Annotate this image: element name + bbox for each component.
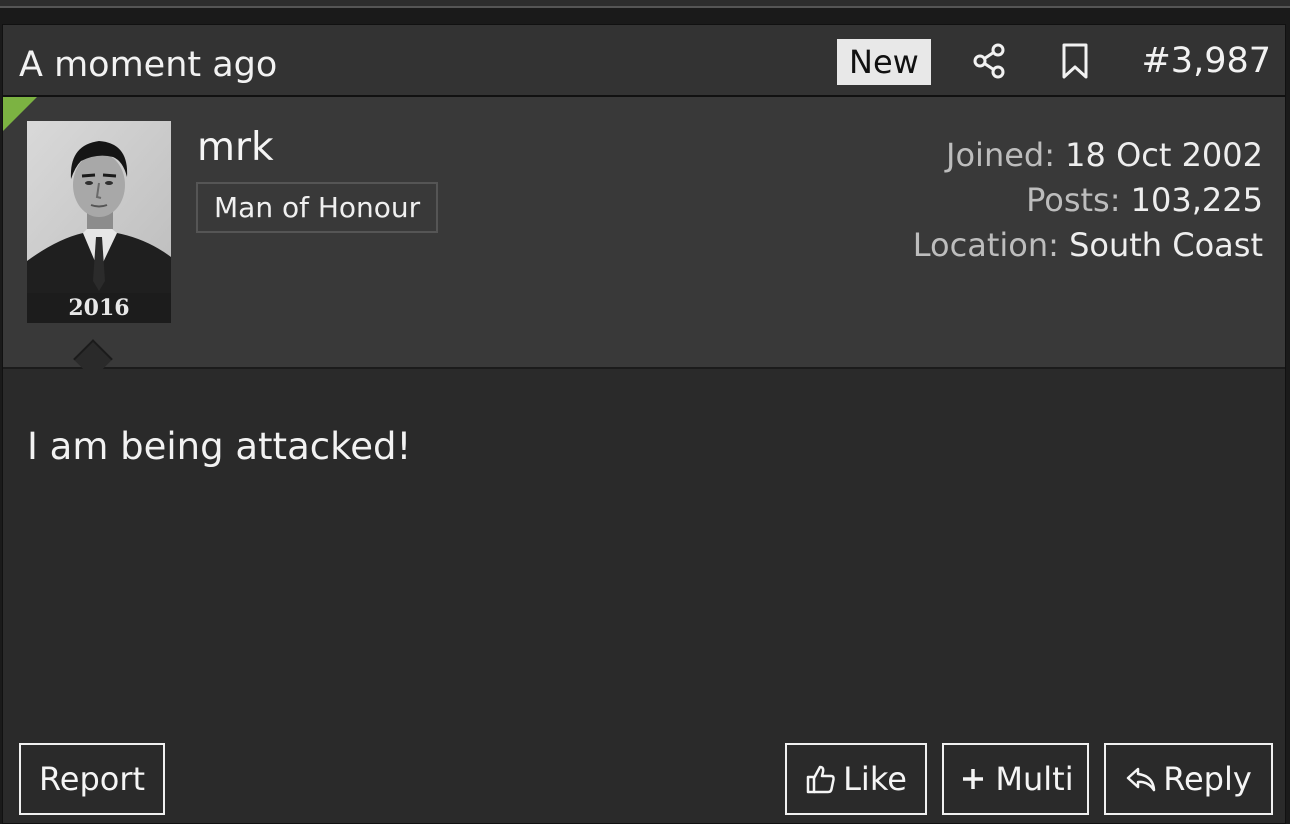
forum-post: A moment ago New #3,987 2016 mrk Man of … bbox=[2, 24, 1286, 824]
message-pointer-arrow bbox=[73, 339, 113, 379]
like-button[interactable]: Like bbox=[785, 743, 927, 815]
reply-button-label: Reply bbox=[1163, 760, 1252, 798]
stat-posts-label: Posts: bbox=[1026, 181, 1121, 219]
stat-location-value: South Coast bbox=[1069, 226, 1263, 264]
reply-button[interactable]: Reply bbox=[1104, 743, 1273, 815]
stat-posts: Posts: 103,225 bbox=[913, 178, 1263, 223]
stat-joined-value: 18 Oct 2002 bbox=[1065, 136, 1263, 174]
username-link[interactable]: mrk bbox=[197, 125, 274, 171]
stat-joined: Joined: 18 Oct 2002 bbox=[913, 133, 1263, 178]
stat-location: Location: South Coast bbox=[913, 223, 1263, 268]
like-button-label: Like bbox=[843, 760, 907, 798]
user-stats: Joined: 18 Oct 2002 Posts: 103,225 Locat… bbox=[913, 133, 1263, 268]
bookmark-icon[interactable] bbox=[1055, 41, 1095, 81]
plus-icon bbox=[957, 763, 989, 795]
share-icon[interactable] bbox=[969, 41, 1009, 81]
multi-button-label: Multi bbox=[995, 760, 1074, 798]
thumbs-up-icon bbox=[805, 763, 837, 795]
report-button-label: Report bbox=[38, 760, 146, 798]
post-header: A moment ago New #3,987 bbox=[3, 25, 1285, 97]
post-timestamp[interactable]: A moment ago bbox=[19, 45, 277, 85]
post-message: I am being attacked! bbox=[27, 425, 412, 468]
reply-arrow-icon bbox=[1125, 763, 1157, 795]
previous-post-edge bbox=[0, 0, 1290, 8]
post-number-link[interactable]: #3,987 bbox=[1141, 41, 1271, 81]
new-badge: New bbox=[837, 39, 931, 85]
avatar[interactable]: 2016 bbox=[27, 121, 171, 323]
avatar-caption: 2016 bbox=[27, 293, 171, 323]
report-button[interactable]: Report bbox=[19, 743, 165, 815]
user-info-bar: 2016 mrk Man of Honour Joined: 18 Oct 20… bbox=[3, 97, 1285, 379]
stat-location-label: Location: bbox=[912, 226, 1059, 264]
page: A moment ago New #3,987 2016 mrk Man of … bbox=[0, 0, 1290, 824]
user-title-badge: Man of Honour bbox=[196, 182, 439, 233]
stat-joined-label: Joined: bbox=[946, 136, 1055, 174]
multi-quote-button[interactable]: Multi bbox=[942, 743, 1089, 815]
stat-posts-value: 103,225 bbox=[1130, 181, 1263, 219]
